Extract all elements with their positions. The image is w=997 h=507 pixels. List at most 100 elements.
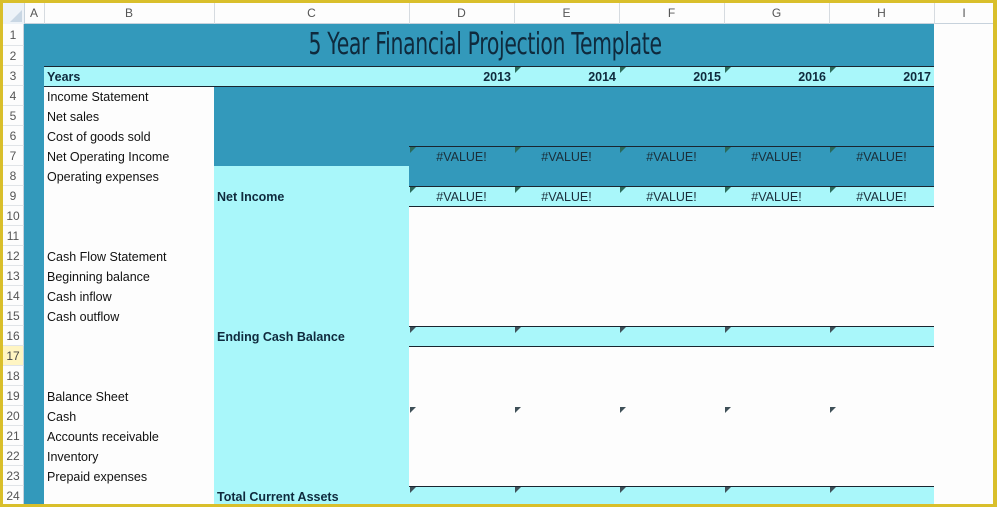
column-header-c[interactable]: C (214, 3, 410, 24)
row-header-21[interactable]: 21 (3, 426, 24, 446)
net-income-value-2015[interactable]: #VALUE! (619, 187, 724, 207)
select-all-button[interactable] (3, 3, 25, 24)
label-cash[interactable]: Cash (47, 407, 76, 427)
row-header-17[interactable]: 17 (3, 346, 24, 366)
error-indicator-icon (830, 147, 836, 153)
row-header-11[interactable]: 11 (3, 226, 24, 246)
row-header-13[interactable]: 13 (3, 266, 24, 286)
error-indicator-icon (410, 327, 416, 333)
row-header-6[interactable]: 6 (3, 126, 24, 146)
row-header-1[interactable]: 1 (3, 24, 24, 46)
label-inventory[interactable]: Inventory (47, 447, 98, 467)
label-cash-outflow[interactable]: Cash outflow (47, 307, 119, 327)
label-total-current-assets[interactable]: Total Current Assets (217, 487, 339, 504)
error-indicator-icon (620, 187, 626, 193)
row-header-9[interactable]: 9 (3, 186, 24, 206)
border-line (409, 486, 934, 487)
error-indicator-icon (515, 487, 521, 493)
error-indicator-icon (620, 487, 626, 493)
label-net-income[interactable]: Net Income (217, 187, 284, 207)
row-header-10[interactable]: 10 (3, 206, 24, 226)
row-header-16[interactable]: 16 (3, 326, 24, 346)
label-cash-inflow[interactable]: Cash inflow (47, 287, 112, 307)
row-header-7[interactable]: 7 (3, 146, 24, 166)
net-income-value-2014[interactable]: #VALUE! (514, 187, 619, 207)
label-net-operating-income[interactable]: Net Operating Income (47, 147, 169, 167)
row-header-18[interactable]: 18 (3, 366, 24, 386)
row-header-2[interactable]: 2 (3, 46, 24, 66)
row-header-12[interactable]: 12 (3, 246, 24, 266)
noi-value-2017[interactable]: #VALUE! (829, 147, 934, 167)
row-header-8[interactable]: 8 (3, 166, 24, 186)
row-header-5[interactable]: 5 (3, 106, 24, 126)
column-header-e[interactable]: E (514, 3, 620, 24)
noi-value-2016[interactable]: #VALUE! (724, 147, 829, 167)
error-indicator-icon (725, 407, 731, 413)
error-indicator-icon (620, 147, 626, 153)
total-current-assets-row (409, 486, 934, 504)
error-indicator-icon (830, 487, 836, 493)
ending-cash-row (409, 326, 934, 346)
net-income-value-2016[interactable]: #VALUE! (724, 187, 829, 207)
column-header-f[interactable]: F (619, 3, 725, 24)
year-2017[interactable]: 2017 (831, 67, 931, 87)
net-income-value-2013[interactable]: #VALUE! (409, 187, 514, 207)
label-income-statement[interactable]: Income Statement (47, 87, 148, 107)
label-ending-cash-balance[interactable]: Ending Cash Balance (217, 327, 345, 347)
page-title: 5 Year Financial Projection Template (308, 27, 662, 62)
year-2015[interactable]: 2015 (621, 67, 721, 87)
column-a-band (24, 66, 44, 504)
column-header-a[interactable]: A (24, 3, 45, 24)
column-header-h[interactable]: H (829, 3, 935, 24)
column-header-bar: A B C D E F G H I (3, 3, 993, 24)
error-indicator-icon (515, 147, 521, 153)
column-header-i[interactable]: I (934, 3, 993, 24)
spreadsheet-window: A B C D E F G H I 1 2 3 4 5 6 7 8 9 10 11 12 13 14 15 1… (3, 3, 993, 504)
label-operating-expenses[interactable]: Operating expenses (47, 167, 159, 187)
border-line (409, 346, 934, 347)
label-net-sales[interactable]: Net sales (47, 107, 99, 127)
error-indicator-icon (515, 327, 521, 333)
label-accounts-receivable[interactable]: Accounts receivable (47, 427, 159, 447)
error-indicator-icon (725, 147, 731, 153)
error-indicator-icon (725, 67, 731, 73)
column-header-g[interactable]: G (724, 3, 830, 24)
row-header-22[interactable]: 22 (3, 446, 24, 466)
error-indicator-icon (725, 327, 731, 333)
years-label: Years (47, 70, 81, 84)
error-indicator-icon (620, 67, 626, 73)
noi-value-2015[interactable]: #VALUE! (619, 147, 724, 167)
label-beginning-balance[interactable]: Beginning balance (47, 267, 150, 287)
row-header-19[interactable]: 19 (3, 386, 24, 406)
column-header-d[interactable]: D (409, 3, 515, 24)
error-indicator-icon (410, 147, 416, 153)
error-indicator-icon (410, 487, 416, 493)
noi-value-2013[interactable]: #VALUE! (409, 147, 514, 167)
row-header-23[interactable]: 23 (3, 466, 24, 486)
error-indicator-icon (620, 327, 626, 333)
label-balance-sheet[interactable]: Balance Sheet (47, 387, 128, 407)
row-header-4[interactable]: 4 (3, 86, 24, 106)
year-2014[interactable]: 2014 (516, 67, 616, 87)
error-indicator-icon (410, 187, 416, 193)
row-header-15[interactable]: 15 (3, 306, 24, 326)
noi-value-2014[interactable]: #VALUE! (514, 147, 619, 167)
error-indicator-icon (515, 187, 521, 193)
label-cash-flow-statement[interactable]: Cash Flow Statement (47, 247, 167, 267)
net-income-value-2017[interactable]: #VALUE! (829, 187, 934, 207)
error-indicator-icon (830, 67, 836, 73)
error-indicator-icon (515, 67, 521, 73)
error-indicator-icon (620, 407, 626, 413)
label-prepaid-expenses[interactable]: Prepaid expenses (47, 467, 147, 487)
row-header-24[interactable]: 24 (3, 486, 24, 504)
year-2016[interactable]: 2016 (726, 67, 826, 87)
row-header-14[interactable]: 14 (3, 286, 24, 306)
row-header-20[interactable]: 20 (3, 406, 24, 426)
year-2013[interactable]: 2013 (411, 67, 511, 87)
error-indicator-icon (410, 407, 416, 413)
error-indicator-icon (830, 327, 836, 333)
error-indicator-icon (725, 187, 731, 193)
label-cogs[interactable]: Cost of goods sold (47, 127, 151, 147)
column-header-b[interactable]: B (44, 3, 215, 24)
row-header-3[interactable]: 3 (3, 66, 24, 86)
